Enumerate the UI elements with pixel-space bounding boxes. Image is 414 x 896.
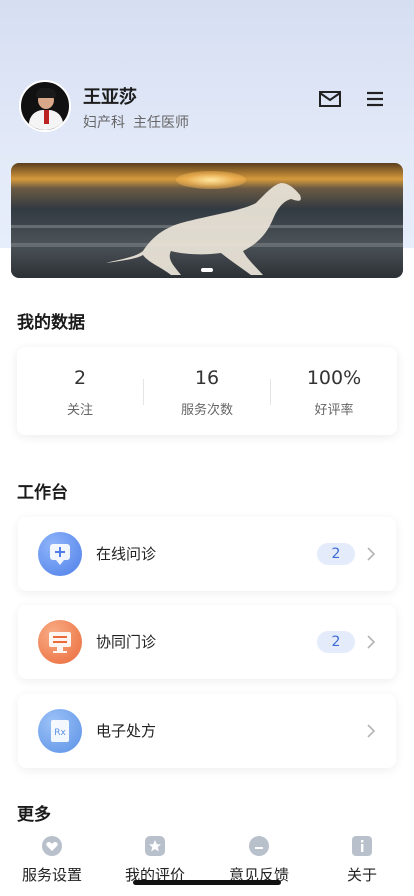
my-data-title: 我的数据 bbox=[17, 313, 85, 333]
doctor-department: 妇产科 bbox=[83, 115, 125, 131]
stat-service-count[interactable]: 16 服务次数 bbox=[144, 347, 270, 435]
workbench-item-label: 在线问诊 bbox=[96, 545, 157, 563]
doctor-position: 主任医师 bbox=[133, 115, 189, 131]
count-badge: 2 bbox=[317, 543, 355, 565]
avatar[interactable] bbox=[19, 80, 71, 132]
workbench-item-label: 电子处方 bbox=[96, 722, 157, 740]
chevron-right-icon bbox=[367, 547, 376, 561]
prescription-icon: Rx bbox=[38, 709, 82, 753]
tab-label: 服务设置 bbox=[21, 866, 82, 884]
stat-label: 服务次数 bbox=[180, 403, 233, 418]
count-badge: 2 bbox=[317, 631, 355, 653]
carousel-indicator[interactable] bbox=[201, 268, 213, 272]
banner-carousel[interactable] bbox=[11, 163, 403, 278]
star-icon bbox=[145, 836, 165, 856]
stat-rating[interactable]: 100% 好评率 bbox=[271, 347, 397, 435]
workbench-item-online-consult[interactable]: 在线问诊 2 bbox=[18, 517, 396, 591]
info-icon bbox=[352, 836, 372, 856]
stat-label: 好评率 bbox=[314, 403, 354, 418]
feedback-icon bbox=[249, 836, 269, 856]
home-indicator bbox=[133, 880, 281, 885]
doctor-title: 妇产科 主任医师 bbox=[83, 112, 189, 132]
stat-value: 16 bbox=[194, 367, 220, 389]
stat-value: 100% bbox=[306, 367, 362, 389]
svg-text:Rx: Rx bbox=[54, 728, 66, 738]
stat-follow[interactable]: 2 关注 bbox=[17, 347, 143, 435]
tab-service-settings[interactable]: 服务设置 bbox=[0, 834, 104, 890]
collab-clinic-icon bbox=[38, 620, 82, 664]
stats-card: 2 关注 16 服务次数 100% 好评率 bbox=[17, 347, 397, 435]
workbench-item-collab-clinic[interactable]: 协同门诊 2 bbox=[18, 605, 396, 679]
heart-icon bbox=[42, 836, 62, 856]
bottom-tab-bar: 服务设置 我的评价 意见反馈 关于 bbox=[0, 830, 414, 896]
stat-label: 关注 bbox=[66, 403, 93, 418]
workbench-item-label: 协同门诊 bbox=[96, 633, 157, 651]
tab-label: 关于 bbox=[346, 866, 377, 884]
more-title: 更多 bbox=[17, 805, 51, 825]
chevron-right-icon bbox=[367, 724, 376, 738]
menu-icon[interactable] bbox=[364, 88, 388, 110]
workbench-title: 工作台 bbox=[17, 483, 68, 503]
tab-about[interactable]: 关于 bbox=[310, 834, 414, 890]
chevron-right-icon bbox=[367, 635, 376, 649]
mail-icon[interactable] bbox=[318, 88, 342, 110]
workbench-item-prescription[interactable]: Rx 电子处方 bbox=[18, 694, 396, 768]
horse-image bbox=[106, 183, 301, 275]
stat-value: 2 bbox=[73, 367, 87, 389]
doctor-profile: 王亚莎 妇产科 主任医师 bbox=[19, 80, 399, 134]
online-consult-icon bbox=[38, 532, 82, 576]
doctor-name: 王亚莎 bbox=[83, 87, 137, 108]
